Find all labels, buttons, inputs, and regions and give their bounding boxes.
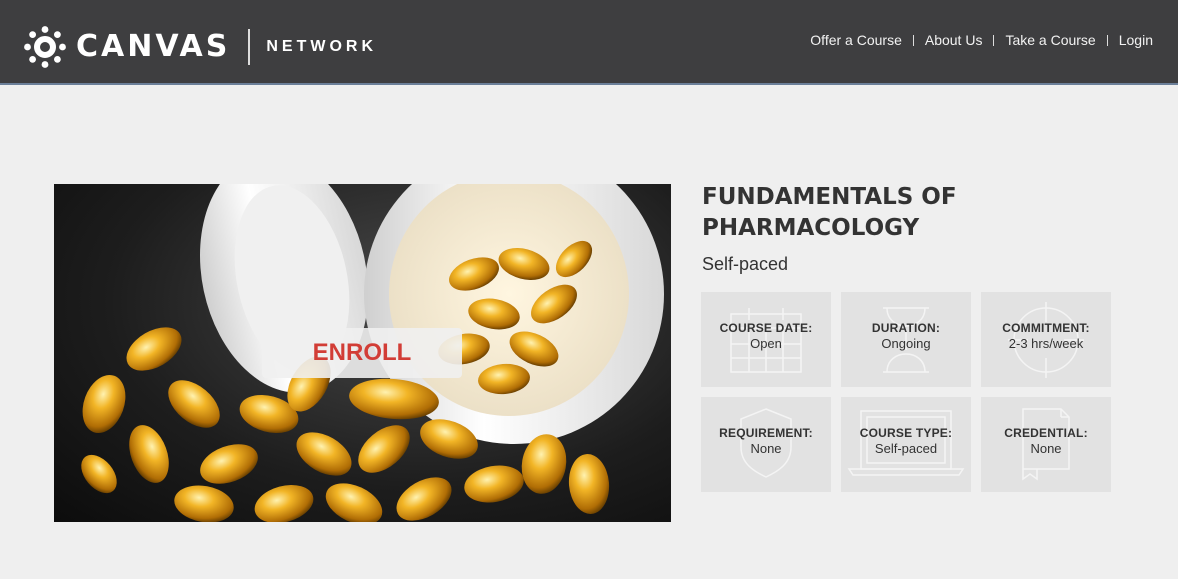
detail-duration: DURATION: Ongoing (841, 292, 971, 387)
detail-value: Open (750, 336, 782, 351)
detail-course-date: COURSE DATE: Open (701, 292, 831, 387)
detail-credential: CREDENTIAL: None (981, 397, 1111, 492)
nav-divider (993, 34, 995, 46)
detail-value: None (1030, 441, 1062, 456)
detail-label: CREDENTIAL: (1004, 426, 1088, 440)
nav-offer-a-course[interactable]: Offer a Course (810, 31, 902, 49)
course-hero-image: ENROLL (54, 184, 671, 522)
nav-take-a-course[interactable]: Take a Course (1005, 31, 1095, 49)
canvas-logo-icon (24, 26, 66, 68)
detail-value: Self-paced (874, 441, 938, 456)
nav-login[interactable]: Login (1119, 31, 1153, 49)
nav-divider (912, 34, 914, 46)
canvas-network-logo[interactable]: CANVAS NETWORK (24, 26, 377, 68)
course-pace: Self-paced (702, 254, 789, 274)
detail-requirement: REQUIREMENT: None (701, 397, 831, 492)
brand-name: CANVAS (76, 29, 231, 64)
detail-course-type: COURSE TYPE: Self-paced (841, 397, 971, 492)
logo-divider (248, 29, 251, 65)
detail-label: COURSE TYPE: (859, 426, 953, 440)
detail-value: Ongoing (881, 336, 931, 351)
enroll-button[interactable]: ENROLL (262, 328, 462, 378)
detail-label: COURSE DATE: (719, 321, 813, 335)
brand-subname: NETWORK (266, 38, 378, 55)
nav-about-us[interactable]: About Us (925, 31, 983, 49)
detail-value: None (750, 441, 782, 456)
main-nav: Offer a Course About Us Take a Course Lo… (810, 31, 1153, 49)
detail-label: REQUIREMENT: (719, 426, 813, 440)
nav-divider (1106, 34, 1108, 46)
detail-label: DURATION: (871, 321, 941, 335)
detail-label: COMMITMENT: (1002, 321, 1090, 335)
course-title: FUNDAMENTALS OF PHARMACOLOGY (702, 184, 957, 241)
detail-value: 2-3 hrs/week (1008, 336, 1084, 351)
detail-commitment: COMMITMENT: 2-3 hrs/week (981, 292, 1111, 387)
top-navigation-bar: CANVAS NETWORK Offer a Course About Us T… (0, 0, 1178, 85)
